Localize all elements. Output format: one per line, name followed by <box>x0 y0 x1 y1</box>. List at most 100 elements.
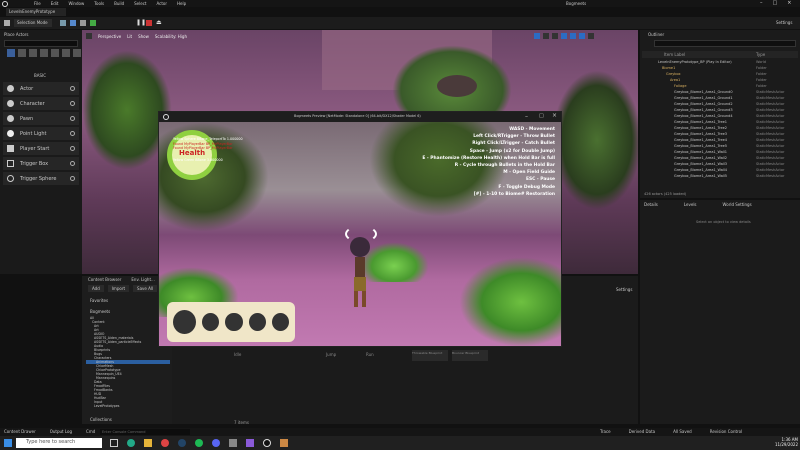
category-visual-icon[interactable] <box>51 49 59 57</box>
menu-window[interactable]: Window <box>68 1 84 6</box>
info-icon[interactable] <box>70 146 75 151</box>
close-icon[interactable]: × <box>787 0 791 6</box>
maximize-icon[interactable]: □ <box>773 0 778 6</box>
asset-tile[interactable]: Idle <box>234 352 241 357</box>
details-tab[interactable]: Details <box>644 202 658 207</box>
info-icon[interactable] <box>70 116 75 121</box>
info-icon[interactable] <box>70 131 75 136</box>
place-actor-item[interactable]: Trigger Sphere <box>3 172 79 185</box>
preview-minimize-icon[interactable]: – <box>525 113 528 120</box>
settings-button[interactable]: Settings <box>776 20 792 25</box>
task-view-icon[interactable] <box>110 439 118 447</box>
scale-snap-icon[interactable] <box>579 33 585 39</box>
search-input[interactable] <box>4 40 78 47</box>
world-settings-tab[interactable]: World Settings <box>723 202 752 207</box>
outliner-tab[interactable]: Outliner <box>648 32 664 37</box>
edge-icon[interactable] <box>127 439 135 447</box>
add-actor-icon[interactable] <box>90 20 96 26</box>
favorites-section[interactable]: Favorites <box>90 298 108 303</box>
category-lights-icon[interactable] <box>29 49 37 57</box>
place-actor-item[interactable]: Player Start <box>3 142 79 155</box>
content-icon[interactable] <box>60 20 66 26</box>
minimize-icon[interactable]: – <box>760 0 763 6</box>
blueprint-icon[interactable] <box>70 20 76 26</box>
lit-button[interactable]: Lit <box>127 34 132 39</box>
place-actor-item[interactable]: Pawn <box>3 112 79 125</box>
collections-section[interactable]: Collections <box>90 417 112 422</box>
place-actor-item[interactable]: Character <box>3 97 79 110</box>
place-actor-item[interactable]: Actor <box>3 82 79 95</box>
show-button[interactable]: Show <box>138 34 149 39</box>
category-volumes-icon[interactable] <box>62 49 70 57</box>
asset-tile[interactable]: Bouncer Blueprint <box>452 350 488 361</box>
info-icon[interactable] <box>70 176 75 181</box>
add-button[interactable]: Add <box>88 285 104 292</box>
info-icon[interactable] <box>70 101 75 106</box>
eject-icon[interactable]: ⏏ <box>156 20 162 26</box>
menu-build[interactable]: Build <box>114 1 124 6</box>
import-button[interactable]: Import <box>107 285 130 292</box>
outliner-search[interactable] <box>654 40 796 47</box>
taskbar-search[interactable]: Type here to search <box>16 438 102 448</box>
camera-speed-icon[interactable] <box>588 33 594 39</box>
clock-date[interactable]: 11/29/2022 <box>764 442 798 447</box>
app-icon[interactable] <box>280 439 288 447</box>
cmd-button[interactable]: Cmd <box>86 429 95 434</box>
content-drawer-button[interactable]: Content Drawer <box>4 429 36 434</box>
asset-tile[interactable]: Run <box>366 352 374 357</box>
perspective-button[interactable]: Perspective <box>98 34 121 39</box>
visual-studio-icon[interactable] <box>246 439 254 447</box>
menu-actor[interactable]: Actor <box>156 1 167 6</box>
menu-help[interactable]: Help <box>177 1 186 6</box>
preview-window[interactable]: Bogmeets Preview [NetMode: Standalone 0]… <box>158 111 562 347</box>
stop-icon[interactable] <box>146 20 152 26</box>
selection-mode-dropdown[interactable]: Selection Mode <box>14 19 52 27</box>
rotate-icon[interactable] <box>543 33 549 39</box>
unreal-icon[interactable] <box>263 439 271 447</box>
category-basic-icon[interactable] <box>18 49 26 57</box>
menu-file[interactable]: File <box>34 1 41 6</box>
menu-tools[interactable]: Tools <box>94 1 104 6</box>
output-log-button[interactable]: Output Log <box>50 429 72 434</box>
viewport-menu-icon[interactable] <box>86 33 92 39</box>
app-icon[interactable] <box>229 439 237 447</box>
file-explorer-icon[interactable] <box>144 439 152 447</box>
chrome-icon[interactable] <box>161 439 169 447</box>
menu-select[interactable]: Select <box>134 1 146 6</box>
content-browser-tab[interactable]: Content Browser <box>88 277 121 282</box>
discord-icon[interactable] <box>212 439 220 447</box>
derived-data-button[interactable]: Derived Data <box>629 429 656 434</box>
revision-control-button[interactable]: Revision Control <box>710 429 742 434</box>
asset-tile[interactable]: Jump <box>326 352 336 357</box>
category-recent-icon[interactable] <box>7 49 15 57</box>
preview-close-icon[interactable]: × <box>552 112 557 119</box>
trace-button[interactable]: Trace <box>600 429 611 434</box>
pause-icon[interactable]: ❚❚ <box>136 20 146 26</box>
level-tab[interactable]: LevelnEnemyPrototype <box>6 8 66 16</box>
env-light-tab[interactable]: Env. Light... <box>131 277 154 282</box>
outliner-row[interactable]: Greybox_Biome1_Area1_Wall5 StaticMeshActo… <box>642 173 798 179</box>
all-saved-button[interactable]: All Saved <box>673 429 692 434</box>
save-icon[interactable] <box>4 20 10 26</box>
info-icon[interactable] <box>70 161 75 166</box>
place-actors-tab[interactable]: Place Actors <box>4 32 29 37</box>
category-shapes-icon[interactable] <box>40 49 48 57</box>
translate-icon[interactable] <box>534 33 540 39</box>
asset-tile[interactable]: Throwable Blueprint <box>412 350 448 361</box>
steam-icon[interactable] <box>178 439 186 447</box>
project-section[interactable]: Bogmeets <box>90 309 110 314</box>
place-actor-item[interactable]: Trigger Box <box>3 157 79 170</box>
rotation-snap-icon[interactable] <box>570 33 576 39</box>
save-all-button[interactable]: Save All <box>133 285 158 292</box>
windows-start-icon[interactable] <box>4 439 12 447</box>
place-actor-item[interactable]: Point Light <box>3 127 79 140</box>
grid-snap-icon[interactable] <box>561 33 567 39</box>
cinematics-icon[interactable] <box>80 20 86 26</box>
preview-maximize-icon[interactable]: □ <box>539 113 544 119</box>
folder-item[interactable]: LevelPrototypes <box>86 404 170 408</box>
console-input[interactable]: Enter Console Command <box>100 429 190 435</box>
levels-tab[interactable]: Levels <box>684 202 697 207</box>
menu-edit[interactable]: Edit <box>51 1 59 6</box>
content-settings-button[interactable]: Settings <box>616 287 632 292</box>
category-all-icon[interactable] <box>73 49 81 57</box>
